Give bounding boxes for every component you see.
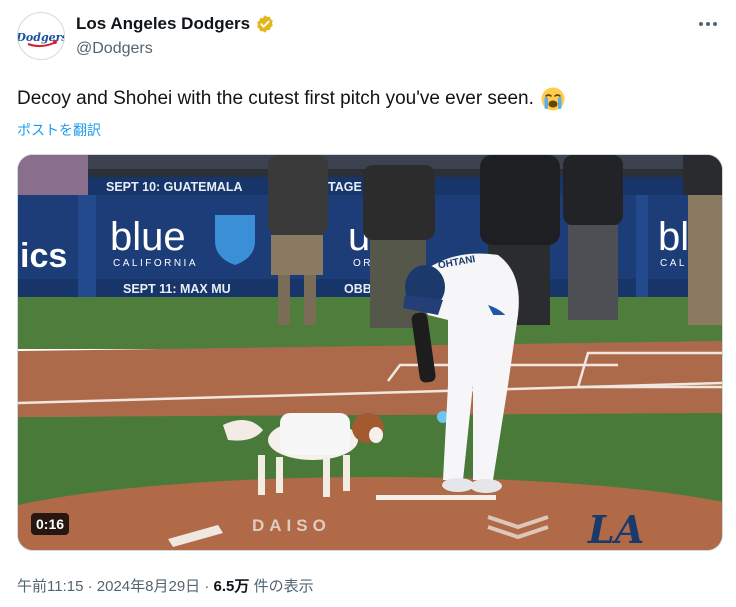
banner-top-text: SEPT 10: GUATEMALA xyxy=(106,180,243,194)
video-player[interactable]: SEPT 10: GUATEMALA TAGE SEPT 11: MAX MU … xyxy=(17,154,723,551)
more-dot-icon xyxy=(713,22,717,26)
dodgers-logo-icon: Dodgers xyxy=(18,14,65,59)
more-options-button[interactable] xyxy=(695,14,721,34)
tweet-header: Dodgers Los Angeles Dodgers @Dodgers xyxy=(17,12,723,64)
ad-brand-text: blue xyxy=(110,215,186,259)
post-date[interactable]: 2024年8月29日 xyxy=(97,578,200,595)
tweet-text: Decoy and Shohei with the cutest first p… xyxy=(17,88,534,109)
banner-bottom-text: SEPT 11: MAX MU xyxy=(123,282,231,296)
video-duration-badge: 0:16 xyxy=(31,513,70,535)
more-dot-icon xyxy=(699,22,703,26)
user-handle[interactable]: @Dodgers xyxy=(76,40,153,58)
more-dot-icon xyxy=(706,22,710,26)
verified-badge-icon xyxy=(257,15,273,33)
name-row: Los Angeles Dodgers xyxy=(76,14,275,34)
meta-separator: · xyxy=(204,578,210,595)
mound-logo-text: DAISO xyxy=(252,516,331,535)
ad-brand-sub-text: CALIFORNIA xyxy=(113,258,198,269)
avatar[interactable]: Dodgers xyxy=(17,12,65,60)
loudly-crying-face-icon xyxy=(541,87,565,111)
tweet-metadata: 午前11:15 · 2024年8月29日 · 6.5万 件の表示 xyxy=(17,575,314,596)
view-count-suffix: 件の表示 xyxy=(253,578,314,595)
field-la-logo: LA xyxy=(587,507,644,551)
view-count: 6.5万 xyxy=(213,578,250,595)
tweet-body: Decoy and Shohei with the cutest first p… xyxy=(17,86,566,112)
ad-left-fragment: ics xyxy=(20,237,67,275)
post-time[interactable]: 午前11:15 xyxy=(17,578,83,595)
avatar-logo-text: Dodgers xyxy=(18,31,65,44)
translate-post-link[interactable]: ポストを翻訳 xyxy=(17,120,101,140)
ad-far-right-sub-text: CAL xyxy=(660,258,687,269)
video-thumbnail: SEPT 10: GUATEMALA TAGE SEPT 11: MAX MU … xyxy=(18,155,722,551)
banner-top-right-text: TAGE xyxy=(328,180,362,194)
meta-separator: · xyxy=(87,578,93,595)
ad-far-right-text: bl xyxy=(658,215,689,259)
pitchers-rubber xyxy=(376,495,496,500)
display-name[interactable]: Los Angeles Dodgers xyxy=(76,14,250,34)
